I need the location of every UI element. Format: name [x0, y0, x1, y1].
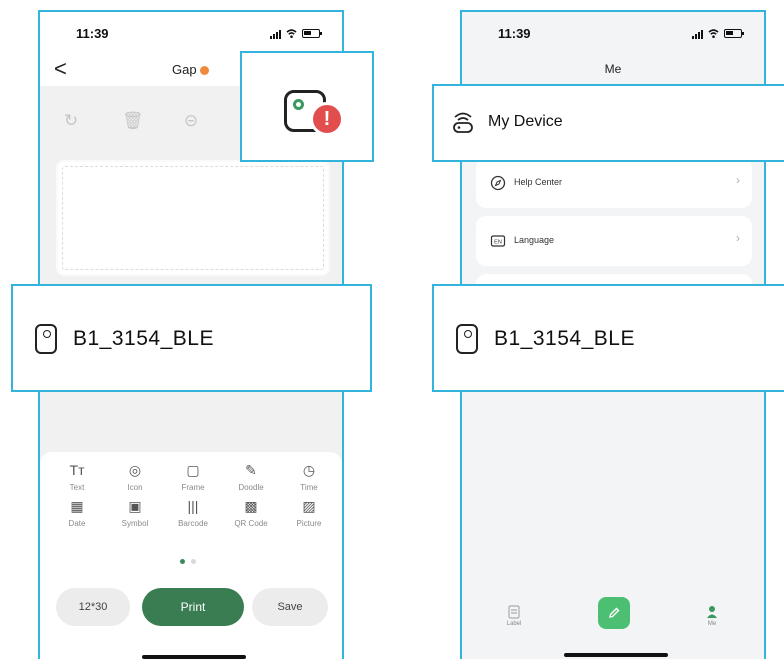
home-indicator: [564, 653, 668, 657]
status-time: 11:39: [76, 26, 109, 41]
battery-icon: [302, 29, 322, 38]
toolbox-item-text[interactable]: Tт Text: [48, 460, 106, 492]
menu-item-label: Language: [514, 235, 555, 245]
svg-text:EN: EN: [494, 240, 502, 246]
alert-icon: !: [310, 102, 344, 136]
chevron-right-icon: ›: [736, 231, 740, 245]
connected-device-row[interactable]: B1_3154_BLE: [35, 324, 214, 354]
status-bar: 11:39: [462, 24, 764, 46]
menu-item-label: Help Center: [514, 177, 563, 187]
create-label-button[interactable]: [598, 597, 630, 629]
device-callout-left: B1_3154_BLE: [11, 284, 372, 392]
page-indicator: [180, 559, 196, 564]
battery-icon: [724, 29, 744, 38]
page-title: Me: [604, 62, 622, 76]
toolbox-item-label: Text: [69, 483, 85, 492]
frame-icon: ▢: [186, 461, 200, 478]
delete-icon[interactable]: 🗑: [122, 112, 144, 130]
tab-me[interactable]: Me: [692, 605, 732, 627]
calendar-icon: ▦: [70, 497, 84, 514]
my-device-callout: My Device: [432, 84, 784, 162]
menu-item-label: My Device: [488, 113, 563, 130]
toolbox-item-barcode[interactable]: ||| Barcode: [164, 496, 222, 528]
device-callout-right: B1_3154_BLE: [432, 284, 784, 392]
device-status-callout: !: [240, 51, 374, 162]
tab-me-text: Me: [707, 621, 717, 627]
menu-item-help-center[interactable]: Help Center ›: [476, 158, 752, 208]
element-toolbox: Tт Text ◎ Icon ▢ Frame ✎ Doodle ◷ Time ▦ Date …: [40, 452, 342, 659]
text-icon: Tт: [69, 462, 85, 478]
toolbox-item-label: Barcode: [178, 519, 208, 528]
chevron-right-icon: ›: [736, 173, 740, 187]
qr-code-icon: ▩: [244, 497, 258, 514]
clock-icon: ◷: [302, 461, 316, 478]
comparison-stage: 11:39 < Gap ↻ 🗑 ⊝ Tт Text ◎ Icon ▢ Frame ✎ D…: [0, 0, 784, 659]
paper-type-label: Gap: [172, 62, 197, 77]
toolbox-item-qr-code[interactable]: ▩ QR Code: [222, 496, 280, 529]
wifi-icon: [708, 29, 719, 38]
toolbox-item-label: Time: [300, 483, 318, 492]
label-tab-icon: [508, 605, 520, 619]
compass-icon: [490, 175, 506, 191]
save-button[interactable]: Save: [252, 588, 328, 626]
cellular-signal-icon: [270, 29, 281, 39]
redo-icon[interactable]: ↻: [62, 112, 80, 130]
tab-label-text: Label: [506, 621, 522, 627]
toolbox-item-frame[interactable]: ▢ Frame: [164, 460, 222, 493]
status-icons: [692, 28, 744, 39]
device-name: B1_3154_BLE: [73, 327, 214, 350]
printer-device-icon: [35, 324, 57, 354]
toolbox-grid: Tт Text ◎ Icon ▢ Frame ✎ Doodle ◷ Time ▦ Date …: [48, 460, 338, 529]
printer-device-icon: [456, 324, 478, 354]
toolbox-item-label: Frame: [181, 483, 205, 492]
status-icons: [270, 28, 322, 39]
symbol-icon: ▣: [128, 497, 142, 514]
menu-item-language[interactable]: EN Language ›: [476, 216, 752, 266]
toolbox-item-picture[interactable]: ▨ Picture: [280, 496, 338, 529]
print-button[interactable]: Print: [142, 588, 244, 626]
wireless-device-icon: [453, 112, 473, 133]
person-icon: [707, 606, 717, 618]
label-size-button[interactable]: 12*30: [56, 588, 130, 626]
toolbox-item-doodle[interactable]: ✎ Doodle: [222, 460, 280, 493]
toolbox-item-symbol[interactable]: ▣ Symbol: [106, 496, 164, 529]
page-title[interactable]: Gap: [172, 62, 209, 77]
paper-status-dot-icon: [199, 66, 209, 76]
back-button[interactable]: <: [54, 56, 67, 82]
cellular-signal-icon: [692, 29, 703, 39]
toolbox-item-date[interactable]: ▦ Date: [48, 496, 106, 529]
minus-circle-icon[interactable]: ⊝: [182, 112, 200, 130]
status-time: 11:39: [498, 26, 531, 41]
toolbox-item-label: Date: [68, 519, 86, 528]
status-bar: 11:39: [40, 24, 342, 46]
menu-item-my-device[interactable]: My Device: [452, 110, 563, 134]
home-indicator: [142, 655, 246, 659]
doodle-icon: ✎: [245, 461, 257, 478]
label-canvas[interactable]: [58, 162, 328, 274]
barcode-icon: |||: [187, 498, 199, 514]
toolbox-item-time[interactable]: ◷ Time: [280, 460, 338, 493]
toolbox-item-icon[interactable]: ◎ Icon: [106, 460, 164, 493]
device-name: B1_3154_BLE: [494, 327, 635, 350]
pencil-icon: [609, 607, 620, 618]
emoji-icon: ◎: [128, 461, 142, 478]
language-icon: EN: [490, 235, 506, 247]
picture-icon: ▨: [302, 497, 316, 514]
connected-device-row[interactable]: B1_3154_BLE: [456, 324, 635, 354]
tab-label[interactable]: Label: [494, 605, 534, 627]
toolbox-item-label: Picture: [296, 519, 322, 528]
bottom-tab-bar: Label Me: [462, 597, 764, 659]
toolbox-item-label: Symbol: [121, 519, 149, 528]
toolbox-item-label: Doodle: [238, 483, 264, 492]
wifi-icon: [286, 29, 297, 38]
toolbox-item-label: Icon: [127, 483, 143, 492]
toolbox-item-label: QR Code: [234, 519, 268, 528]
